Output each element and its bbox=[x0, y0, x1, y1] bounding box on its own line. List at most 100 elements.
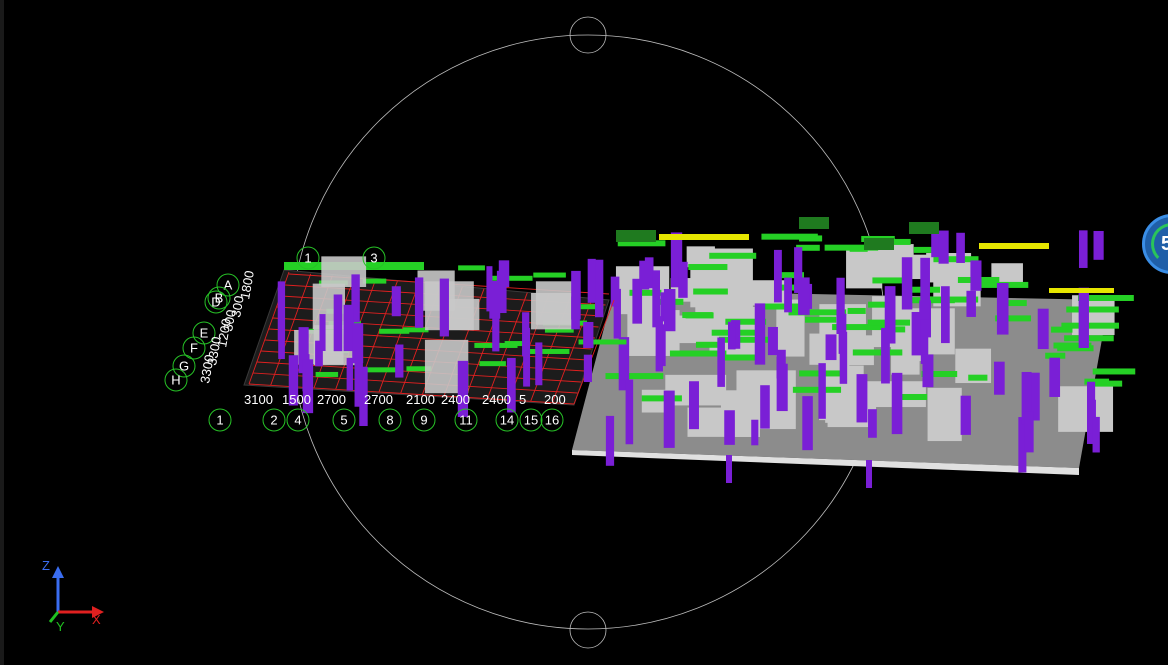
orbit-bottom-handle[interactable] bbox=[569, 611, 607, 649]
column bbox=[535, 342, 543, 386]
column bbox=[996, 283, 1009, 335]
beam bbox=[1066, 306, 1119, 313]
beam bbox=[641, 395, 682, 402]
dimension-label: 2700 bbox=[317, 392, 346, 407]
building-model[interactable] bbox=[243, 217, 1136, 488]
grid-column-15-label: 15 bbox=[524, 413, 538, 428]
column bbox=[754, 303, 766, 365]
column bbox=[868, 409, 877, 438]
column bbox=[1093, 230, 1104, 260]
column bbox=[492, 317, 500, 352]
dimension-label: 2400 bbox=[482, 392, 511, 407]
dimension-label: 2100 bbox=[406, 392, 435, 407]
column bbox=[605, 415, 615, 466]
wall-panel bbox=[1058, 386, 1114, 432]
beam bbox=[1051, 326, 1073, 333]
beam bbox=[458, 265, 485, 271]
beam bbox=[693, 288, 728, 295]
column bbox=[818, 363, 826, 419]
column bbox=[727, 321, 736, 350]
column bbox=[802, 396, 813, 451]
model-canvas[interactable]: 1 2 4 5 8 9 11 14 15 161 3ABDEFGH3100 1500 2700 2700 2… bbox=[4, 0, 1168, 665]
grid-top-1-label: 1 bbox=[304, 251, 311, 266]
highlighted-beam bbox=[1049, 288, 1114, 293]
footing-column bbox=[726, 455, 732, 483]
column bbox=[960, 395, 971, 435]
column bbox=[1078, 287, 1089, 349]
column bbox=[278, 324, 285, 360]
column bbox=[724, 410, 735, 445]
grid-column-16-label: 16 bbox=[545, 413, 559, 428]
grid-column-4-label: 4 bbox=[294, 413, 301, 428]
grid-column-11-label: 11 bbox=[459, 413, 473, 428]
grid-row-G-label: G bbox=[179, 359, 189, 374]
beam bbox=[709, 252, 757, 259]
beam bbox=[525, 348, 570, 354]
beam bbox=[402, 327, 429, 333]
column bbox=[901, 257, 913, 310]
dimension-label: 2400 bbox=[441, 392, 470, 407]
grid-row-D-label: D bbox=[211, 295, 220, 310]
column bbox=[922, 354, 934, 388]
column bbox=[587, 258, 596, 303]
column bbox=[920, 257, 930, 320]
grid-column-14-label: 14 bbox=[500, 413, 514, 428]
column bbox=[839, 331, 848, 384]
column bbox=[751, 419, 759, 446]
column bbox=[970, 260, 982, 291]
grid-row-E-label: E bbox=[200, 326, 209, 341]
beam bbox=[852, 349, 903, 356]
beam bbox=[799, 235, 823, 242]
column bbox=[825, 334, 837, 361]
column bbox=[931, 231, 940, 258]
column bbox=[776, 363, 788, 412]
column bbox=[717, 337, 725, 387]
beam bbox=[682, 312, 713, 319]
z-axis-arrow-icon bbox=[52, 566, 64, 578]
beam bbox=[479, 361, 506, 367]
column bbox=[319, 314, 326, 351]
beam bbox=[805, 316, 837, 323]
beam bbox=[792, 386, 842, 393]
column bbox=[652, 270, 660, 328]
column bbox=[798, 277, 810, 315]
column bbox=[333, 294, 343, 352]
highlighted-beam bbox=[659, 234, 749, 240]
column bbox=[352, 323, 364, 364]
dimension-label: 1500 bbox=[282, 392, 311, 407]
column bbox=[689, 381, 699, 430]
beam bbox=[688, 264, 728, 271]
column bbox=[439, 278, 449, 337]
column bbox=[678, 261, 688, 298]
grid-column-9-label: 9 bbox=[420, 413, 427, 428]
column bbox=[625, 379, 634, 445]
grid-column-1-label: 1 bbox=[216, 413, 223, 428]
column bbox=[956, 232, 965, 263]
3d-viewport[interactable]: 1 2 4 5 8 9 11 14 15 16 1 3 A B D E F G H 3100 1500 2700 2700 2… bbox=[4, 0, 1168, 665]
column bbox=[1092, 416, 1100, 453]
y-axis-label: Y bbox=[56, 619, 65, 634]
beam bbox=[898, 394, 928, 401]
beam bbox=[968, 374, 988, 381]
wall-panel bbox=[531, 292, 572, 330]
column bbox=[966, 290, 976, 317]
dimension-label: 200 bbox=[544, 392, 566, 407]
footing-column bbox=[866, 460, 872, 488]
axis-triad: Z Y X bbox=[42, 558, 104, 634]
column bbox=[938, 230, 949, 264]
row-dimension-label: 1800 bbox=[237, 269, 257, 300]
column bbox=[881, 327, 890, 384]
column bbox=[1024, 411, 1034, 453]
column bbox=[391, 286, 401, 317]
column bbox=[941, 286, 950, 344]
dimension-label: 3100 bbox=[244, 392, 273, 407]
column bbox=[595, 259, 604, 318]
column bbox=[489, 280, 501, 319]
column bbox=[994, 361, 1005, 395]
grid-column-8-label: 8 bbox=[386, 413, 393, 428]
column bbox=[1078, 230, 1088, 268]
column bbox=[891, 372, 903, 435]
column bbox=[1049, 357, 1061, 397]
column bbox=[523, 327, 531, 387]
column bbox=[1037, 308, 1049, 350]
